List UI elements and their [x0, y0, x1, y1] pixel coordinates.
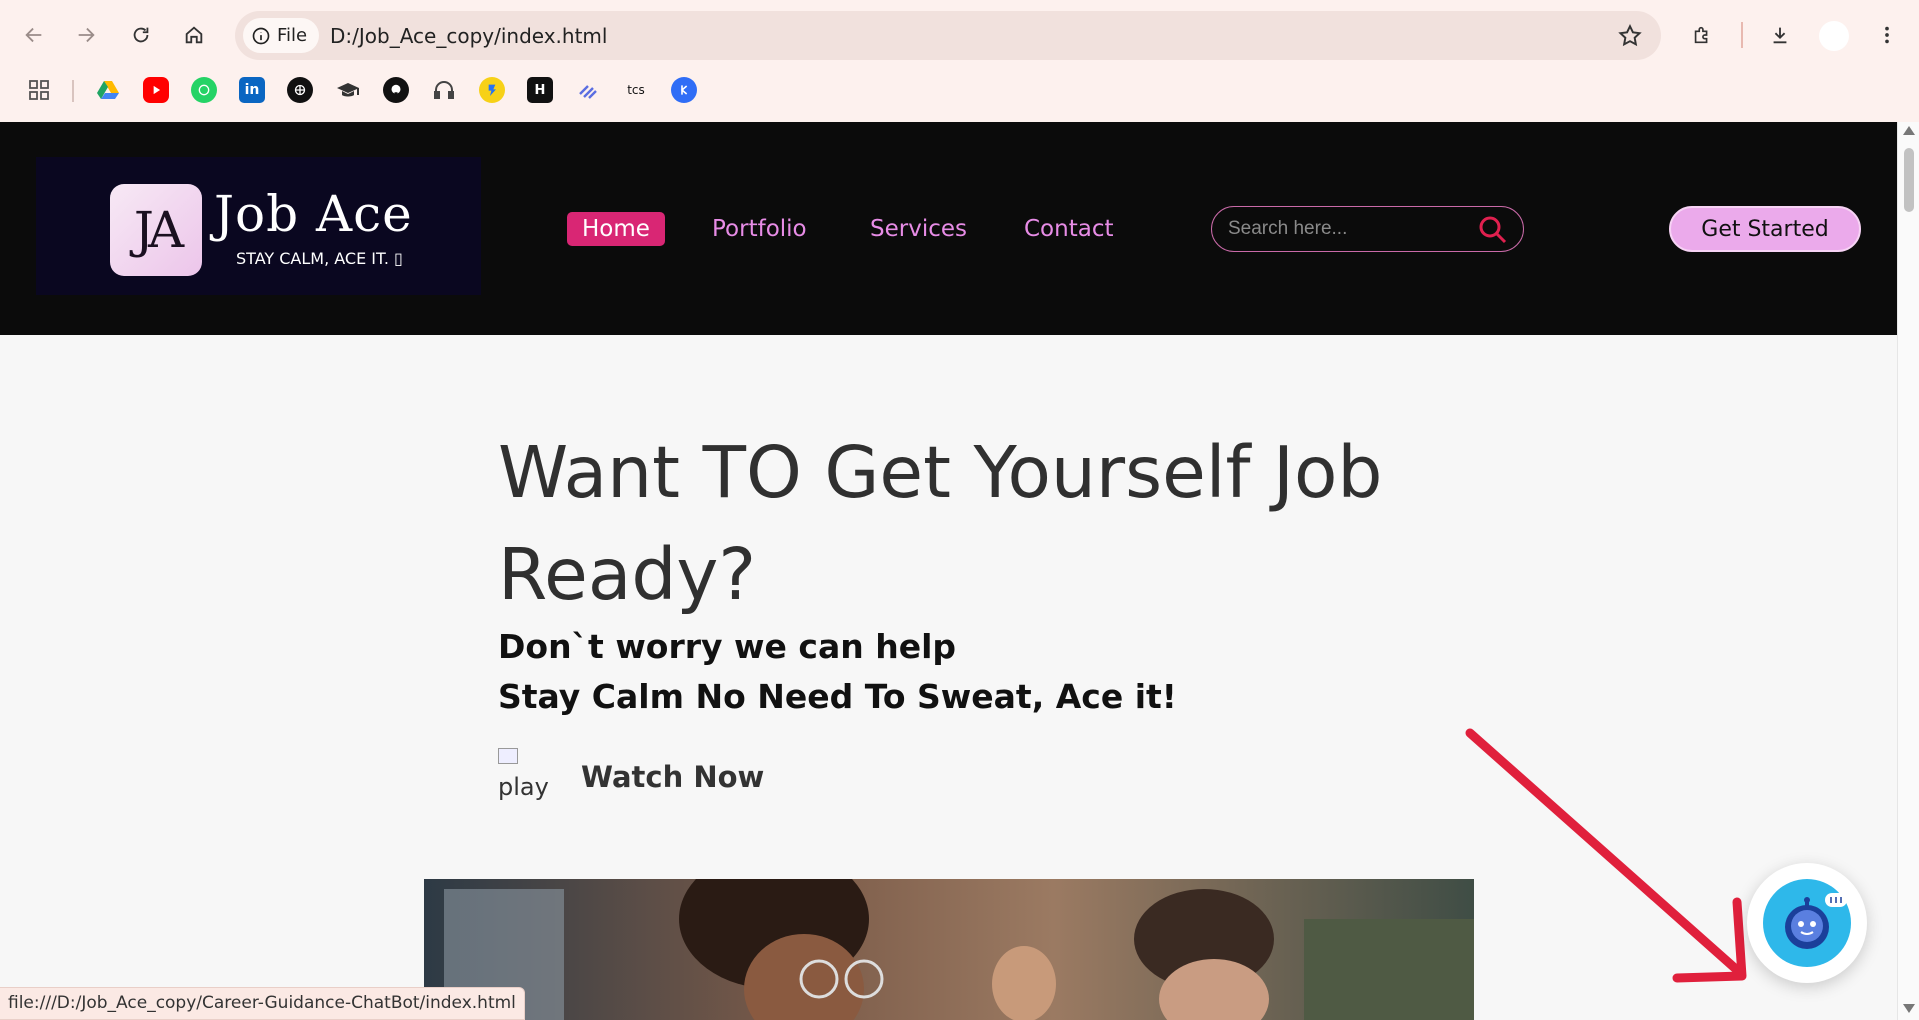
get-started-button[interactable]: Get Started: [1669, 206, 1861, 252]
hero-photo: [424, 879, 1474, 1020]
github-icon[interactable]: [383, 77, 409, 103]
bookmarks-divider: [72, 80, 74, 102]
search-icon[interactable]: [1477, 214, 1509, 246]
site-search: [1211, 206, 1524, 252]
extensions-button[interactable]: [1685, 18, 1719, 52]
chatbot-button[interactable]: [1747, 863, 1867, 983]
downloads-button[interactable]: [1763, 18, 1797, 52]
scheme-label: File: [277, 25, 308, 46]
menu-button[interactable]: [1870, 18, 1904, 52]
broken-image-icon: [498, 748, 518, 764]
reload-button[interactable]: [124, 18, 158, 52]
stack-icon[interactable]: [575, 77, 601, 103]
scroll-thumb[interactable]: [1904, 148, 1914, 212]
status-bar-url: file:///D:/Job_Ace_copy/Career-Guidance-…: [0, 987, 525, 1020]
web-page: JA Job Ace STAY CALM, ACE IT. ▯ Home Por…: [0, 122, 1897, 1020]
bookmark-star-icon[interactable]: [1617, 23, 1643, 49]
forward-button[interactable]: [69, 18, 103, 52]
graduation-cap-icon[interactable]: [335, 77, 361, 103]
home-icon: [185, 26, 203, 44]
blue-k-icon[interactable]: [671, 77, 697, 103]
toolbar-divider: [1741, 22, 1743, 48]
google-drive-icon[interactable]: [95, 77, 121, 103]
hero-line-1: Don`t worry we can help: [498, 627, 957, 666]
puzzle-icon: [1694, 26, 1708, 44]
bookmarks-bar: in H tcs: [0, 74, 1919, 108]
hackerearth-icon[interactable]: H: [527, 77, 553, 103]
nav-services[interactable]: Services: [855, 212, 982, 246]
browser-chrome: File D:/Job_Ace_copy/index.html in H tcs: [0, 0, 1919, 122]
flipkart-icon[interactable]: [479, 77, 505, 103]
site-logo[interactable]: JA Job Ace STAY CALM, ACE IT. ▯: [36, 157, 481, 295]
headset-icon[interactable]: [431, 77, 457, 103]
url-text[interactable]: D:/Job_Ace_copy/index.html: [330, 24, 607, 48]
hero-title: Want TO Get Yourself Job Ready?: [498, 431, 1383, 616]
scroll-down-arrow-icon[interactable]: [1903, 1004, 1915, 1013]
tcs-icon[interactable]: tcs: [623, 77, 649, 103]
search-input[interactable]: [1228, 217, 1468, 241]
whatsapp-icon[interactable]: [191, 77, 217, 103]
logo-tagline: STAY CALM, ACE IT. ▯: [236, 249, 403, 268]
logo-title: Job Ace: [214, 185, 413, 243]
reload-icon: [133, 27, 149, 43]
chatgpt-icon[interactable]: [287, 77, 313, 103]
more-vertical-icon: [1885, 26, 1889, 44]
linkedin-icon[interactable]: in: [239, 77, 265, 103]
hero-line-2: Stay Calm No Need To Sweat, Ace it!: [498, 677, 1177, 716]
play-image-alt: play: [498, 773, 549, 801]
apps-grid-icon[interactable]: [26, 77, 52, 103]
chatbot-icon: [1763, 879, 1851, 967]
home-button[interactable]: [177, 18, 211, 52]
site-navbar: JA Job Ace STAY CALM, ACE IT. ▯ Home Por…: [0, 122, 1897, 335]
arrow-left-icon: [25, 27, 42, 43]
download-icon: [1773, 27, 1787, 44]
logo-mark: JA: [110, 184, 202, 276]
scroll-up-arrow-icon[interactable]: [1903, 126, 1915, 135]
page-scrollbar[interactable]: [1897, 122, 1919, 1020]
profile-avatar[interactable]: [1819, 21, 1849, 51]
youtube-icon[interactable]: [143, 77, 169, 103]
nav-contact[interactable]: Contact: [1009, 212, 1128, 246]
nav-home[interactable]: Home: [567, 212, 665, 246]
back-button[interactable]: [17, 18, 51, 52]
nav-portfolio[interactable]: Portfolio: [697, 212, 822, 246]
info-icon: [252, 27, 270, 44]
arrow-right-icon: [78, 27, 95, 43]
address-bar[interactable]: File D:/Job_Ace_copy/index.html: [235, 11, 1661, 60]
play-image[interactable]: play: [498, 748, 550, 800]
red-arrow-annotation: [1465, 728, 1747, 983]
hero-subtitle: Don`t worry we can help Stay Calm No Nee…: [498, 622, 1177, 722]
browser-toolbar: File D:/Job_Ace_copy/index.html: [0, 0, 1919, 70]
watch-now-link[interactable]: Watch Now: [581, 760, 764, 794]
site-info-chip[interactable]: File: [243, 18, 320, 53]
